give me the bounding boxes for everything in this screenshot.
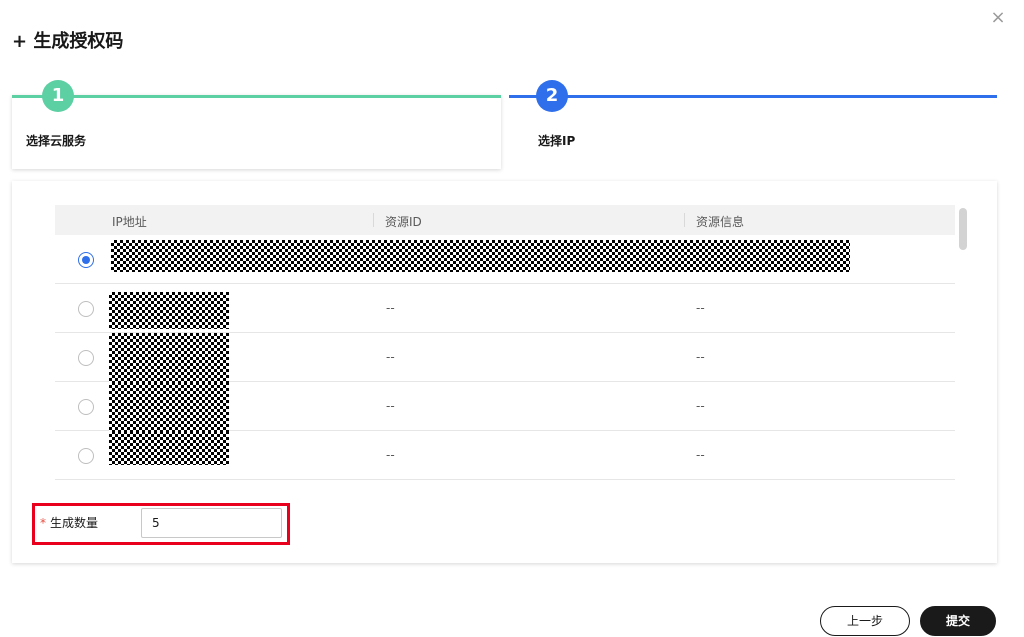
- step-2[interactable]: 2 选择IP: [509, 80, 997, 169]
- close-icon[interactable]: ×: [988, 8, 1008, 28]
- row-radio[interactable]: [78, 301, 94, 317]
- column-header-ip: IP地址: [112, 215, 147, 229]
- resource-id-cell: --: [386, 350, 395, 364]
- submit-button[interactable]: 提交: [920, 606, 996, 636]
- resource-id-cell: --: [386, 448, 395, 462]
- previous-step-button[interactable]: 上一步: [820, 606, 910, 636]
- required-mark: *: [40, 516, 46, 530]
- column-header-resource-id: 资源ID: [373, 213, 422, 229]
- step-2-number: 2: [536, 80, 568, 112]
- ip-selection-panel: IP地址 资源ID 资源信息 -- -- -- -- -- -- -- -- *…: [12, 181, 997, 563]
- row-radio[interactable]: [78, 399, 94, 415]
- ip-address-redacted: [109, 292, 229, 329]
- row-radio-selected[interactable]: [78, 252, 94, 268]
- row-radio[interactable]: [78, 350, 94, 366]
- table-header: IP地址 资源ID 资源信息: [55, 205, 955, 235]
- resource-info-cell: --: [696, 399, 705, 413]
- quantity-label: 生成数量: [50, 516, 99, 530]
- quantity-input[interactable]: [141, 508, 282, 538]
- table-row[interactable]: [55, 235, 955, 284]
- step-2-label: 选择IP: [538, 134, 576, 148]
- resource-info-cell: --: [696, 350, 705, 364]
- ip-address-redacted: [109, 382, 229, 431]
- table-scrollbar[interactable]: [959, 208, 967, 250]
- ip-address-redacted: [111, 240, 850, 272]
- step-1-number: 1: [42, 80, 74, 112]
- resource-id-cell: --: [386, 301, 395, 315]
- resource-info-cell: --: [696, 301, 705, 315]
- step-1[interactable]: 1 选择云服务: [12, 80, 501, 169]
- dialog-title: + 生成授权码: [12, 31, 124, 52]
- table-row[interactable]: -- --: [55, 382, 955, 431]
- ip-address-redacted: [109, 431, 229, 465]
- ip-address-redacted: [109, 333, 229, 382]
- table-row[interactable]: -- --: [55, 431, 955, 480]
- column-header-resource-info: 资源信息: [683, 213, 745, 229]
- ip-table: IP地址 资源ID 资源信息 -- -- -- -- -- -- -- --: [55, 205, 955, 480]
- resource-id-cell: --: [386, 399, 395, 413]
- row-radio[interactable]: [78, 448, 94, 464]
- step-1-label: 选择云服务: [26, 134, 87, 148]
- resource-info-cell: --: [696, 448, 705, 462]
- table-row[interactable]: -- --: [55, 333, 955, 382]
- table-row[interactable]: -- --: [55, 284, 955, 333]
